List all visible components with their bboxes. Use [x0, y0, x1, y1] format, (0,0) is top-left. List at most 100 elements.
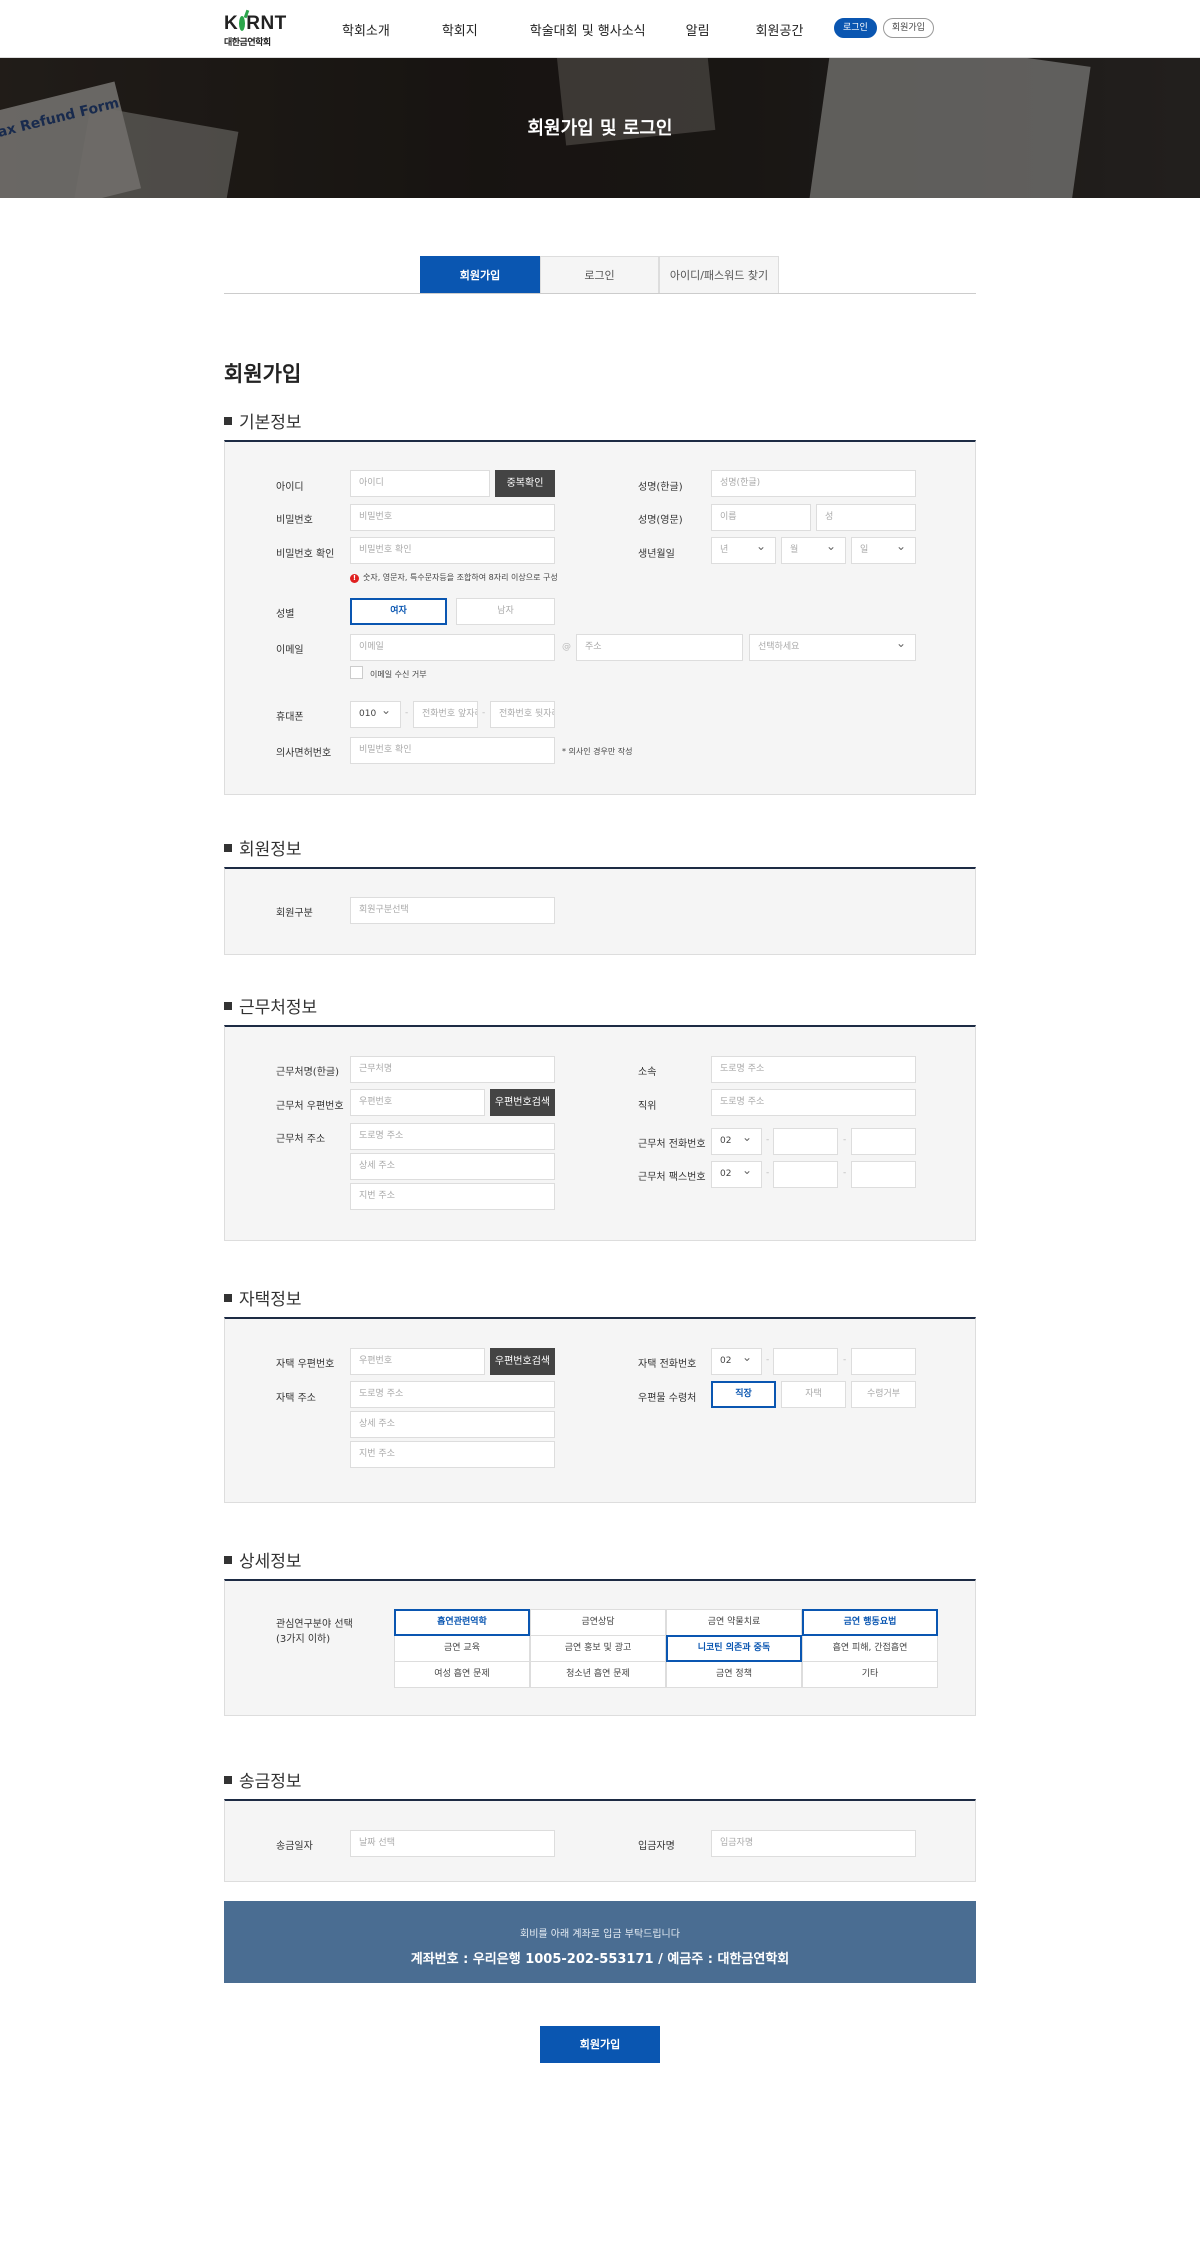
- payer-name-input[interactable]: 입금자명: [711, 1830, 916, 1857]
- interest-option[interactable]: 금연 행동요법: [802, 1609, 938, 1636]
- submit-join-button[interactable]: 회원가입: [540, 2026, 660, 2063]
- home-zip-input[interactable]: 우편번호: [350, 1348, 485, 1375]
- interest-option[interactable]: 흡연관련역학: [394, 1609, 530, 1636]
- tab-find-account[interactable]: 아이디/패스워드 찾기: [659, 256, 779, 293]
- member-type-select[interactable]: 회원구분선택: [350, 897, 555, 924]
- email-domain-select[interactable]: 선택하세요: [749, 634, 916, 661]
- gender-female-option[interactable]: 여자: [350, 598, 447, 625]
- member-type-label: 회원구분: [276, 908, 313, 919]
- work-zip-search-button[interactable]: 우편번호검색: [490, 1089, 555, 1116]
- birth-month-select[interactable]: 월: [781, 537, 846, 564]
- interest-option[interactable]: 여성 흡연 문제: [394, 1661, 530, 1688]
- nav-item-about[interactable]: 학회소개: [342, 20, 390, 39]
- work-fax-area-select[interactable]: 02: [711, 1161, 762, 1188]
- mobile-mid-input[interactable]: 전화번호 앞자리: [413, 701, 478, 728]
- account-info-banner: 회비를 아래 계좌로 입금 부탁드립니다 계좌번호 : 우리은행 1005-20…: [224, 1901, 976, 1983]
- logo-mark: K RNT: [224, 13, 287, 34]
- tab-login[interactable]: 로그인: [540, 256, 659, 293]
- work-zip-label: 근무처 우편번호: [276, 1101, 344, 1112]
- account-number-text: 계좌번호 : 우리은행 1005-202-553171 / 예금주 : 대한금연…: [410, 1952, 790, 1967]
- email-domain-input[interactable]: 주소: [576, 634, 743, 661]
- mobile-last-input[interactable]: 전화번호 뒷자리: [490, 701, 555, 728]
- nav-item-journal[interactable]: 학회지: [442, 20, 478, 39]
- password-confirm-input[interactable]: 비밀번호 확인: [350, 537, 555, 564]
- work-tel-last-input[interactable]: [851, 1128, 916, 1155]
- work-tel-mid-input[interactable]: [773, 1128, 838, 1155]
- duplicate-check-button[interactable]: 중복확인: [495, 470, 555, 497]
- home-address-road-input[interactable]: 도로명 주소: [350, 1381, 555, 1408]
- login-button[interactable]: 로그인: [834, 18, 877, 38]
- site-header: K RNT 대한금연학회 학회소개 학회지 학술대회 및 행사소식 알림 회원공간…: [0, 0, 1200, 58]
- work-address-lot-input[interactable]: 지번 주소: [350, 1183, 555, 1210]
- home-address-detail-input[interactable]: 상세 주소: [350, 1411, 555, 1438]
- work-fax-dash: -: [843, 1168, 847, 1178]
- nav-item-events[interactable]: 학술대회 및 행사소식: [530, 20, 646, 39]
- auth-tabs: 회원가입 로그인 아이디/패스워드 찾기: [224, 256, 976, 294]
- interest-option[interactable]: 니코틴 의존과 중독: [666, 1635, 802, 1662]
- interest-option[interactable]: 금연 약물치료: [666, 1609, 802, 1636]
- email-optout-checkbox[interactable]: [350, 666, 363, 679]
- license-input[interactable]: 비밀번호 확인: [350, 737, 555, 764]
- interest-option[interactable]: 흡연 피해, 간접흡연: [802, 1635, 938, 1662]
- mail-receive-label: 우편물 수령처: [638, 1393, 697, 1404]
- section-title-detail: 상세정보: [224, 1547, 302, 1572]
- payment-date-label: 송금일자: [276, 1841, 313, 1852]
- member-info-box: [224, 867, 976, 955]
- work-fax-mid-input[interactable]: [773, 1161, 838, 1188]
- home-tel-area-select[interactable]: 02: [711, 1348, 762, 1375]
- home-tel-dash: -: [766, 1355, 770, 1365]
- work-position-input[interactable]: 도로명 주소: [711, 1089, 916, 1116]
- password-label: 비밀번호: [276, 515, 313, 526]
- work-dept-input[interactable]: 도로명 주소: [711, 1056, 916, 1083]
- work-tel-label: 근무처 전화번호: [638, 1139, 706, 1150]
- birth-year-select[interactable]: 년: [711, 537, 776, 564]
- interest-option[interactable]: 금연 정책: [666, 1661, 802, 1688]
- section-title-payment: 송금정보: [224, 1767, 302, 1792]
- logo[interactable]: K RNT 대한금연학회: [224, 13, 287, 48]
- mobile-dash: -: [405, 708, 409, 718]
- gender-male-option[interactable]: 남자: [456, 598, 555, 625]
- birth-day-select[interactable]: 일: [851, 537, 916, 564]
- work-tel-area-select[interactable]: 02: [711, 1128, 762, 1155]
- home-tel-last-input[interactable]: [851, 1348, 916, 1375]
- section-title-basic: 기본정보: [224, 408, 302, 433]
- work-address-road-input[interactable]: 도로명 주소: [350, 1123, 555, 1150]
- password-confirm-label: 비밀번호 확인: [276, 549, 335, 560]
- work-address-detail-input[interactable]: 상세 주소: [350, 1153, 555, 1180]
- work-fax-last-input[interactable]: [851, 1161, 916, 1188]
- section-title-home: 자택정보: [224, 1285, 302, 1310]
- interest-option[interactable]: 금연 교육: [394, 1635, 530, 1662]
- interest-label: 관심연구분야 선택 (3가지 이하): [276, 1619, 353, 1645]
- password-rule-note: ! 숫자, 영문자, 특수문자등을 조합하여 8자리 이상으로 구성: [350, 572, 558, 583]
- home-tel-mid-input[interactable]: [773, 1348, 838, 1375]
- join-button[interactable]: 회원가입: [882, 18, 934, 38]
- payer-name-label: 입금자명: [638, 1841, 675, 1852]
- name-korean-input[interactable]: 성명(한글): [711, 470, 916, 497]
- nav-item-notice[interactable]: 알림: [686, 20, 710, 39]
- interest-option[interactable]: 기타: [802, 1661, 938, 1688]
- mail-option-work[interactable]: 직장: [711, 1381, 776, 1408]
- interest-option[interactable]: 금연상담: [530, 1609, 666, 1636]
- work-fax-label: 근무처 팩스번호: [638, 1172, 706, 1183]
- mail-option-home[interactable]: 자택: [781, 1381, 846, 1408]
- email-id-input[interactable]: 이메일: [350, 634, 555, 661]
- banner-title: 회원가입 및 로그인: [527, 118, 673, 139]
- home-address-lot-input[interactable]: 지번 주소: [350, 1441, 555, 1468]
- work-name-input[interactable]: 근무처명: [350, 1056, 555, 1083]
- home-zip-search-button[interactable]: 우편번호검색: [490, 1348, 555, 1375]
- mail-option-refuse[interactable]: 수령거부: [851, 1381, 916, 1408]
- id-input[interactable]: 아이디: [350, 470, 490, 497]
- work-zip-input[interactable]: 우편번호: [350, 1089, 485, 1116]
- last-name-input[interactable]: 성: [816, 504, 916, 531]
- interest-option[interactable]: 청소년 흡연 문제: [530, 1661, 666, 1688]
- mobile-prefix-select[interactable]: 010: [350, 701, 401, 728]
- mobile-label: 휴대폰: [276, 712, 304, 723]
- nav-item-member[interactable]: 회원공간: [756, 20, 804, 39]
- tab-join[interactable]: 회원가입: [420, 256, 540, 293]
- first-name-input[interactable]: 이름: [711, 504, 811, 531]
- password-input[interactable]: 비밀번호: [350, 504, 555, 531]
- interest-option[interactable]: 금연 홍보 및 광고: [530, 1635, 666, 1662]
- payment-date-input[interactable]: 날짜 선택: [350, 1830, 555, 1857]
- logo-subtitle: 대한금연학회: [224, 38, 271, 48]
- header-buttons: 로그인 회원가입: [834, 18, 934, 38]
